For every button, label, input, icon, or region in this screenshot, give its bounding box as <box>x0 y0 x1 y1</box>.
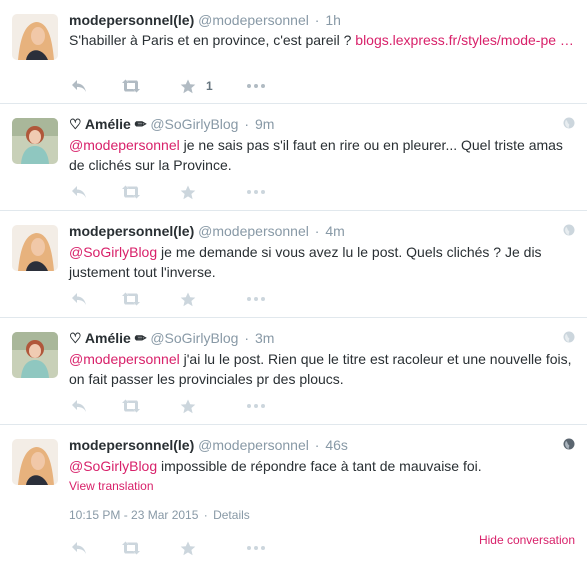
star-icon <box>180 399 196 413</box>
tweet-text-plain: impossible de répondre face à tant de ma… <box>157 458 482 474</box>
more-button[interactable] <box>247 76 265 96</box>
username[interactable]: @modepersonnel <box>198 12 309 28</box>
more-icon <box>247 404 265 408</box>
more-button[interactable] <box>247 289 265 309</box>
favorite-button[interactable] <box>180 182 196 202</box>
separator: · <box>244 116 250 132</box>
more-icon <box>247 297 265 301</box>
tweet[interactable]: modepersonnel(le) @modepersonnel · 4m @S… <box>0 211 587 318</box>
reply-button[interactable] <box>71 289 87 309</box>
separator: · <box>314 223 320 239</box>
mention-link[interactable]: @SoGirlyBlog <box>69 244 157 260</box>
tweet-focused[interactable]: modepersonnel(le) @modepersonnel · 46s @… <box>0 425 587 569</box>
tweet-link[interactable]: blogs.lexpress.fr/styles/mode-pe … <box>355 32 574 48</box>
star-icon <box>180 292 196 306</box>
username[interactable]: @modepersonnel <box>198 437 309 453</box>
retweet-button[interactable] <box>121 289 141 309</box>
fullname[interactable]: ♡ Amélie ✏ <box>69 116 146 132</box>
retweet-button[interactable] <box>121 538 141 558</box>
tweet-text: S'habiller à Paris et en province, c'est… <box>69 30 574 50</box>
tweet-text-plain: S'habiller à Paris et en province, c'est… <box>69 32 356 48</box>
avatar[interactable] <box>12 14 58 60</box>
avatar[interactable] <box>12 225 58 271</box>
username[interactable]: @modepersonnel <box>198 223 309 239</box>
fullname[interactable]: modepersonnel(le) <box>69 223 194 239</box>
tweet[interactable]: ♡ Amélie ✏ @SoGirlyBlog · 9m @modeperson… <box>0 104 587 211</box>
view-translation-link[interactable]: View translation <box>69 479 154 493</box>
username[interactable]: @SoGirlyBlog <box>150 330 238 346</box>
separator: · <box>314 437 320 453</box>
details-link[interactable]: Details <box>213 508 250 522</box>
timestamp-link[interactable]: 1h <box>325 12 341 28</box>
reply-button[interactable] <box>71 538 87 558</box>
reply-icon <box>72 80 86 92</box>
globe-icon <box>563 331 575 343</box>
globe-icon <box>563 117 575 129</box>
fullname[interactable]: ♡ Amélie ✏ <box>69 330 146 346</box>
avatar[interactable] <box>12 118 58 164</box>
avatar[interactable] <box>12 332 58 378</box>
reply-icon <box>72 293 86 305</box>
timestamp-link[interactable]: 46s <box>325 437 348 453</box>
tweet[interactable]: modepersonnel(le) @modepersonnel · 1h S'… <box>0 0 587 104</box>
retweet-icon <box>122 79 140 93</box>
reply-icon <box>72 400 86 412</box>
fullname[interactable]: modepersonnel(le) <box>69 437 194 453</box>
retweet-button[interactable] <box>121 76 141 96</box>
username[interactable]: @SoGirlyBlog <box>150 116 238 132</box>
more-button[interactable] <box>247 396 265 416</box>
favorite-button[interactable]: 1 <box>180 76 213 96</box>
star-icon <box>180 185 196 199</box>
reply-icon <box>72 186 86 198</box>
retweet-icon <box>122 185 140 199</box>
tweet-text: @SoGirlyBlog je me demande si vous avez … <box>69 242 574 282</box>
more-button[interactable] <box>247 182 265 202</box>
retweet-button[interactable] <box>121 396 141 416</box>
tweet-text: @modepersonnel je ne sais pas s'il faut … <box>69 135 574 175</box>
reply-icon <box>72 542 86 554</box>
star-icon <box>180 541 196 555</box>
favorite-button[interactable] <box>180 396 196 416</box>
timestamp-link[interactable]: 9m <box>255 116 274 132</box>
hide-conversation-link[interactable]: Hide conversation <box>479 533 575 547</box>
more-button[interactable] <box>247 538 265 558</box>
globe-icon <box>563 224 575 236</box>
conversation-timeline: modepersonnel(le) @modepersonnel · 1h S'… <box>0 0 587 569</box>
retweet-button[interactable] <box>121 182 141 202</box>
favorite-button[interactable] <box>180 289 196 309</box>
tweet-meta: 10:15 PM - 23 Mar 2015 · Details <box>69 508 250 522</box>
mention-link[interactable]: @modepersonnel <box>69 137 180 153</box>
mention-link[interactable]: @modepersonnel <box>69 351 180 367</box>
mention-link[interactable]: @SoGirlyBlog <box>69 458 157 474</box>
globe-icon <box>563 438 575 450</box>
avatar[interactable] <box>12 439 58 485</box>
favorite-count: 1 <box>206 79 213 93</box>
more-icon <box>247 84 265 88</box>
tweet[interactable]: ♡ Amélie ✏ @SoGirlyBlog · 3m @modeperson… <box>0 318 587 425</box>
tweet-header: modepersonnel(le) @modepersonnel · 46s <box>69 436 348 454</box>
retweet-icon <box>122 399 140 413</box>
more-icon <box>247 546 265 550</box>
separator: · <box>244 330 250 346</box>
timestamp-link[interactable]: 3m <box>255 330 274 346</box>
tweet-text: @SoGirlyBlog impossible de répondre face… <box>69 456 574 476</box>
star-icon <box>180 79 196 93</box>
fullname[interactable]: modepersonnel(le) <box>69 12 194 28</box>
reply-button[interactable] <box>71 182 87 202</box>
retweet-icon <box>122 292 140 306</box>
full-timestamp[interactable]: 10:15 PM - 23 Mar 2015 <box>69 508 198 522</box>
tweet-header: ♡ Amélie ✏ @SoGirlyBlog · 9m <box>69 115 274 133</box>
tweet-header: ♡ Amélie ✏ @SoGirlyBlog · 3m <box>69 329 274 347</box>
timestamp-link[interactable]: 4m <box>325 223 344 239</box>
reply-button[interactable] <box>71 396 87 416</box>
tweet-text: @modepersonnel j'ai lu le post. Rien que… <box>69 349 574 389</box>
more-icon <box>247 190 265 194</box>
separator: · <box>203 508 208 522</box>
tweet-header: modepersonnel(le) @modepersonnel · 4m <box>69 222 345 240</box>
separator: · <box>314 12 320 28</box>
retweet-icon <box>122 541 140 555</box>
reply-button[interactable] <box>71 76 87 96</box>
tweet-header: modepersonnel(le) @modepersonnel · 1h <box>69 11 341 29</box>
favorite-button[interactable] <box>180 538 196 558</box>
